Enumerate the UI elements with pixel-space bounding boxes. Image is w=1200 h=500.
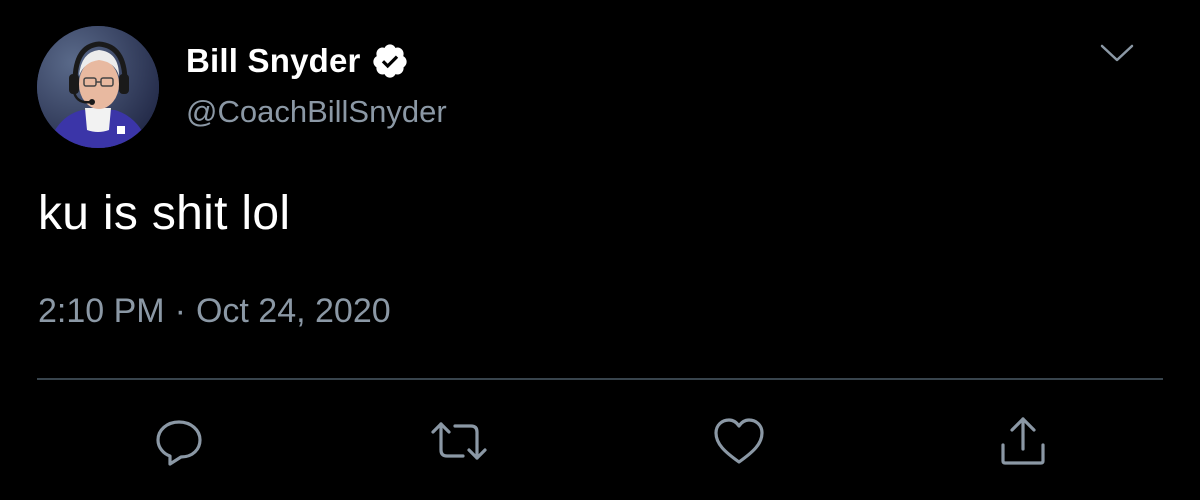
share-button[interactable] [994, 412, 1052, 470]
tweet-timestamp[interactable]: 2:10 PM · Oct 24, 2020 [38, 292, 391, 331]
avatar[interactable] [37, 26, 159, 148]
divider [37, 378, 1163, 380]
verified-badge-icon [371, 42, 409, 80]
tweet-time[interactable]: 2:10 PM [38, 292, 165, 331]
reply-button[interactable] [150, 412, 208, 470]
display-name[interactable]: Bill Snyder [186, 42, 361, 80]
reply-icon [152, 414, 206, 468]
author-name-row[interactable]: Bill Snyder [186, 38, 409, 84]
tweet-date[interactable]: Oct 24, 2020 [196, 292, 391, 331]
tweet-text: ku is shit lol [38, 187, 291, 240]
meta-separator: · [174, 292, 186, 330]
heart-icon [711, 414, 767, 468]
avatar-image [37, 26, 159, 148]
tweet-card: Bill Snyder @CoachBillSnyder ku is shit … [0, 0, 1200, 500]
retweet-icon [429, 414, 489, 468]
retweet-button[interactable] [430, 412, 488, 470]
chevron-down-icon[interactable] [1098, 40, 1136, 66]
share-icon [995, 413, 1051, 469]
user-handle[interactable]: @CoachBillSnyder [186, 94, 447, 130]
like-button[interactable] [710, 412, 768, 470]
